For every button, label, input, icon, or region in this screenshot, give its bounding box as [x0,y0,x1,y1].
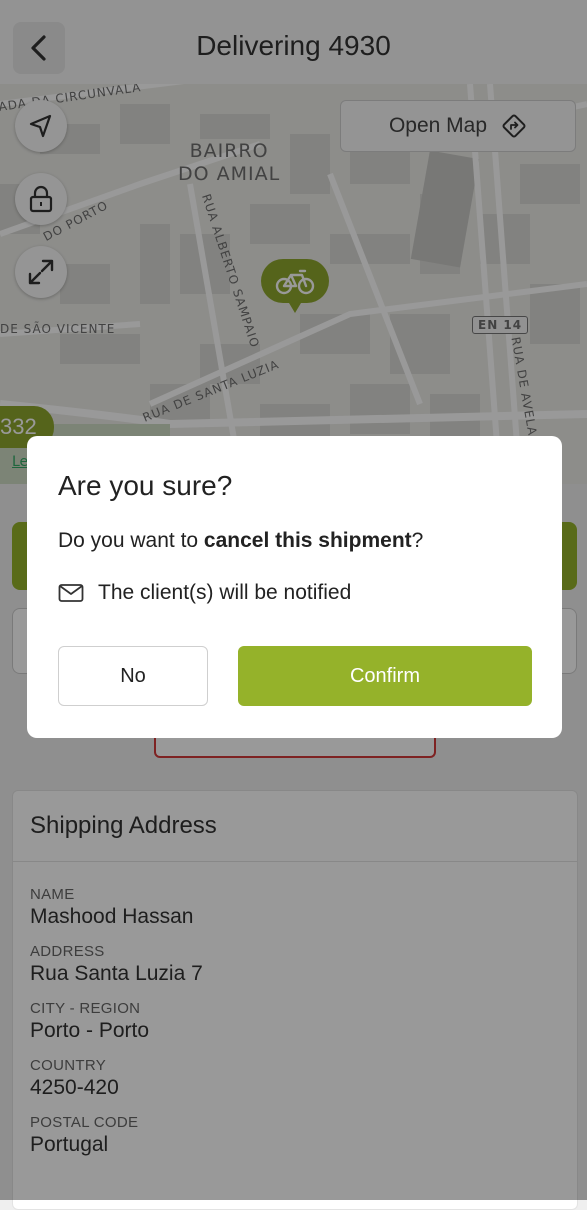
confirm-button[interactable]: Confirm [238,646,532,706]
notify-text: The client(s) will be notified [98,581,352,604]
question-bold: cancel this shipment [203,529,412,552]
dialog-title: Are you sure? [58,470,233,501]
question-prefix: Do you want to [58,529,204,552]
no-button[interactable]: No [58,646,208,706]
dialog-question: Do you want to cancel this shipment? [58,529,423,553]
confirm-cancel-dialog: Are you sure? Do you want to cancel this… [27,436,562,738]
envelope-icon [58,584,84,602]
notify-row: The client(s) will be notified [58,581,351,605]
question-suffix: ? [411,529,424,552]
